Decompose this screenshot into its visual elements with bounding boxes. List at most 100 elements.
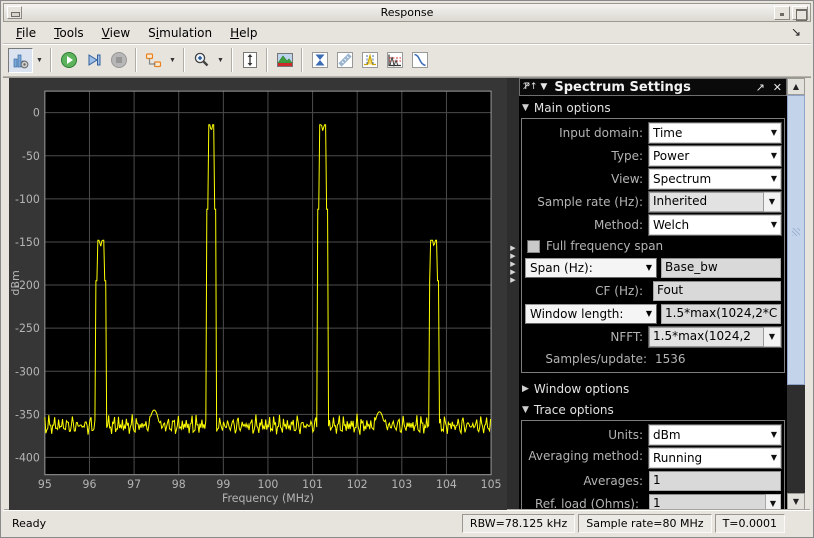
main-content: 95969798991001011021031041050-50-100-150…: [3, 77, 811, 510]
view-select[interactable]: Spectrum ▼: [649, 169, 781, 189]
toolbar-separator: [231, 48, 233, 72]
menu-simulation[interactable]: Simulation: [139, 23, 221, 43]
cf-value-field[interactable]: Fout: [653, 281, 781, 301]
toolbar-separator: [266, 48, 268, 72]
svg-text:-100: -100: [15, 193, 40, 206]
spectrum-settings-dropdown[interactable]: ▼: [33, 48, 46, 73]
signal-statistics-icon: [336, 51, 354, 69]
distortion-measurements-button[interactable]: [382, 48, 407, 73]
svg-text:98: 98: [172, 478, 186, 491]
maximize-button[interactable]: [792, 6, 808, 20]
run-button[interactable]: [56, 48, 81, 73]
window-length-dropdown[interactable]: Window length: ▼: [525, 304, 657, 324]
zoom-in-button[interactable]: [189, 48, 214, 73]
autoscale-y-button[interactable]: [237, 48, 262, 73]
chevron-down-icon: ▼: [646, 309, 652, 318]
chevron-down-icon: ▼: [771, 174, 777, 183]
response-window: Response File Tools View Simulation Help…: [0, 0, 814, 538]
spectrum-plot[interactable]: 95969798991001011021031041050-50-100-150…: [9, 78, 507, 510]
samples-update-label: Samples/update:: [525, 352, 653, 366]
method-select[interactable]: Welch ▼: [649, 215, 781, 235]
full-frequency-span-label: Full frequency span: [546, 239, 663, 253]
ref-load-field[interactable]: 1: [649, 494, 766, 511]
svg-text:102: 102: [347, 478, 368, 491]
svg-text:101: 101: [302, 478, 323, 491]
chevron-down-icon[interactable]: ▼: [764, 327, 781, 347]
menu-help[interactable]: Help: [221, 23, 266, 43]
zoom-in-icon: [193, 51, 211, 69]
chevron-down-icon[interactable]: ▼: [764, 192, 781, 212]
input-domain-select[interactable]: Time ▼: [649, 123, 781, 143]
span-mode-dropdown[interactable]: Span (Hz): ▼: [525, 258, 657, 278]
span-value-field[interactable]: Base_bw: [661, 258, 781, 278]
block-diagram-button[interactable]: [141, 48, 166, 73]
settings-header: Ƥ̸↑ ▼ Spectrum Settings ↗ ✕: [519, 78, 787, 96]
block-diagram-dropdown[interactable]: ▼: [166, 48, 179, 73]
svg-text:103: 103: [391, 478, 412, 491]
averages-field[interactable]: 1: [649, 471, 781, 491]
peak-finder-button[interactable]: [357, 48, 382, 73]
cursor-measurements-button[interactable]: [307, 48, 332, 73]
block-diagram-icon: [145, 52, 162, 69]
ccdf-measurements-button[interactable]: [407, 48, 432, 73]
title-bar[interactable]: Response: [3, 3, 811, 22]
ccdf-measurements-icon: [411, 51, 429, 69]
svg-text:99: 99: [216, 478, 230, 491]
section-trace-options[interactable]: ▼ Trace options: [519, 398, 787, 419]
nfft-combo[interactable]: 1.5*max(1024,2 ▼: [649, 327, 781, 347]
svg-text:-350: -350: [15, 408, 40, 421]
signal-statistics-button[interactable]: [332, 48, 357, 73]
collapse-icon[interactable]: ▼: [540, 83, 547, 92]
sample-rate-label: Sample rate (Hz):: [525, 195, 649, 209]
averages-label: Averages:: [525, 474, 649, 488]
scroll-up-button[interactable]: ▲: [787, 78, 805, 95]
svg-text:-300: -300: [15, 365, 40, 378]
svg-text:-150: -150: [15, 236, 40, 249]
minimize-button[interactable]: [774, 6, 790, 20]
menu-tools[interactable]: Tools: [45, 23, 93, 43]
samples-update-value: 1536: [653, 352, 781, 366]
expander-arrow-icon[interactable]: ▶: [510, 244, 515, 252]
status-time: T=0.0001: [715, 514, 785, 533]
panel-expander-strip[interactable]: ▶ ▶ ▶ ▶ ▶: [507, 78, 519, 510]
undock-icon[interactable]: ↗: [756, 83, 765, 92]
units-select[interactable]: dBm ▼: [649, 425, 781, 445]
status-bar: Ready RBW=78.125 kHz Sample rate=80 MHz …: [3, 510, 811, 535]
step-forward-icon: [85, 51, 103, 69]
dock-arrow-icon[interactable]: ↘: [791, 25, 801, 39]
scroll-track[interactable]: [787, 385, 805, 493]
expander-arrow-icon[interactable]: ▶: [510, 268, 515, 276]
window-menu-button[interactable]: [7, 6, 22, 19]
spectrogram-view-button[interactable]: [272, 48, 297, 73]
averaging-method-select[interactable]: Running ▼: [649, 448, 781, 468]
expander-arrow-icon[interactable]: ▶: [510, 252, 515, 260]
section-collapsed-icon: ▶: [522, 384, 529, 394]
spectrum-settings-icon: [12, 52, 29, 69]
spectrum-settings-button[interactable]: [8, 48, 33, 73]
settings-title: Spectrum Settings: [554, 80, 691, 95]
menu-view[interactable]: View: [93, 23, 139, 43]
scroll-thumb[interactable]: [787, 95, 805, 385]
chevron-down-icon[interactable]: ▼: [766, 494, 781, 511]
autoscale-y-icon: [241, 51, 259, 69]
close-icon[interactable]: ✕: [773, 83, 782, 92]
section-window-options[interactable]: ▶ Window options: [519, 377, 787, 398]
menu-file[interactable]: File: [7, 23, 45, 43]
type-select[interactable]: Power ▼: [649, 146, 781, 166]
spectrum-plot-svg: 95969798991001011021031041050-50-100-150…: [9, 78, 507, 510]
toolbar-separator: [183, 48, 185, 72]
units-label: Units:: [525, 428, 649, 442]
main-options-group: Input domain: Time ▼ Type: Power ▼ View:: [521, 118, 785, 373]
svg-text:95: 95: [38, 478, 52, 491]
step-forward-button[interactable]: [81, 48, 106, 73]
expander-arrow-icon[interactable]: ▶: [510, 276, 515, 284]
zoom-dropdown[interactable]: ▼: [214, 48, 227, 73]
pin-icon[interactable]: Ƥ̸↑: [524, 83, 537, 92]
window-length-field[interactable]: 1.5*max(1024,2*C: [661, 304, 781, 324]
expander-arrow-icon[interactable]: ▶: [510, 260, 515, 268]
section-main-options[interactable]: ▼ Main options: [519, 96, 787, 117]
scroll-down-button[interactable]: ▼: [787, 493, 805, 510]
svg-text:104: 104: [436, 478, 457, 491]
sample-rate-combo[interactable]: Inherited ▼: [649, 192, 781, 212]
full-frequency-span-checkbox[interactable]: [527, 240, 540, 253]
